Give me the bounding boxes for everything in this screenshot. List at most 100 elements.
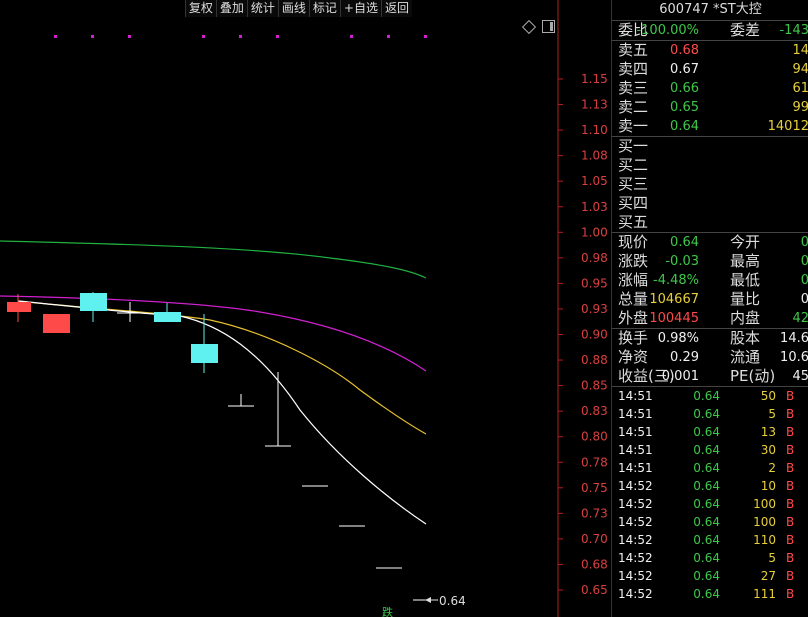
- toolbar-statistics[interactable]: 统计: [246, 0, 278, 17]
- bid-row[interactable]: 买五: [612, 213, 808, 232]
- tick-price: 0.64: [693, 515, 720, 529]
- tick-time: 14:51: [618, 389, 653, 403]
- y-tick-label: 0.93: [581, 302, 608, 316]
- tick-direction: B: [786, 461, 795, 475]
- wei-bi-value: -100.00%: [636, 23, 699, 38]
- quote-label: 外盘: [618, 309, 649, 327]
- last-price-marker: 0.64: [425, 594, 466, 608]
- y-tick-label: 1.15: [581, 72, 608, 86]
- quote-row: 涨幅 -4.48% 最低 0: [612, 271, 808, 290]
- quote-value: -0.03: [665, 254, 699, 269]
- ask-price: 0.67: [670, 62, 699, 77]
- tick-price: 0.64: [693, 425, 720, 439]
- toolbar-back[interactable]: 返回: [380, 0, 412, 17]
- bid-row[interactable]: 买一: [612, 137, 808, 156]
- tick-time: 14:52: [618, 533, 653, 547]
- candle-7: [228, 394, 254, 407]
- tick-time: 14:52: [618, 569, 653, 583]
- wei-cha-label: 委差: [730, 21, 761, 39]
- tick-time: 14:52: [618, 497, 653, 511]
- toolbar-restore-rights[interactable]: 复权: [184, 0, 216, 17]
- tick-volume: 30: [760, 443, 776, 457]
- window-toggle-icon[interactable]: [542, 20, 555, 33]
- tick-price: 0.64: [693, 551, 720, 565]
- kline-svg[interactable]: 0.64 跌 1.15 1.13 1.10 1.08 1.05 1.03 1.00 0.98 0…: [0, 0, 610, 617]
- stats-block: 换手 0.98% 股本 14.6 净资 0.29 流通 10.6 收益(三) 0…: [612, 329, 808, 387]
- candle-1: [7, 294, 31, 322]
- diamond-icon[interactable]: [521, 19, 537, 35]
- tick-time: 14:52: [618, 587, 653, 601]
- tick-direction: B: [786, 497, 795, 511]
- event-markers: [54, 35, 427, 38]
- tick-direction: B: [786, 389, 795, 403]
- y-tick-label: 0.73: [581, 506, 608, 520]
- tick-price: 0.64: [693, 407, 720, 421]
- stats-label: 换手: [618, 329, 649, 347]
- ask-row[interactable]: 卖四 0.67 94: [612, 60, 808, 79]
- ma-line-white: [17, 300, 427, 525]
- quote-value: 0: [800, 235, 808, 250]
- y-tick-label: 0.70: [581, 532, 608, 546]
- kline-chart[interactable]: 0.64 跌 1.15 1.13 1.10 1.08 1.05 1.03 1.00 0.98 0…: [0, 0, 610, 617]
- bid-row[interactable]: 买三: [612, 175, 808, 194]
- tick-price: 0.64: [693, 479, 720, 493]
- tick-price: 0.64: [693, 569, 720, 583]
- quote-label: 最低: [730, 271, 761, 289]
- ma-line-green: [0, 240, 427, 279]
- stats-value: 0.98%: [657, 331, 699, 346]
- toolbar-draw-lines[interactable]: 画线: [277, 0, 309, 17]
- tick-time: 14:52: [618, 515, 653, 529]
- chart-mini-icons: [521, 19, 555, 35]
- toolbar-add-watchlist[interactable]: +自选: [339, 0, 381, 17]
- bid-row[interactable]: 买二: [612, 156, 808, 175]
- tick-price: 0.64: [693, 443, 720, 457]
- bid-row[interactable]: 买四: [612, 194, 808, 213]
- candle-2: [43, 314, 70, 333]
- ask-volume: 94: [792, 62, 808, 77]
- quote-value: -4.48%: [653, 273, 699, 288]
- tick-direction: B: [786, 407, 795, 421]
- quote-value: 0: [800, 292, 808, 307]
- tick-volume: 10: [760, 479, 776, 493]
- y-tick-label: 0.88: [581, 353, 608, 367]
- quote-label: 今开: [730, 233, 761, 251]
- quote-value: 0: [800, 273, 808, 288]
- ask-row[interactable]: 卖三 0.66 61: [612, 79, 808, 98]
- tick-direction: B: [786, 479, 795, 493]
- bid-label: 买二: [618, 156, 649, 174]
- quote-label: 量比: [730, 290, 761, 308]
- toolbar-overlay[interactable]: 叠加: [215, 0, 247, 17]
- tick-price: 0.64: [693, 497, 720, 511]
- tick-volume: 100: [753, 497, 776, 511]
- quote-row: 现价 0.64 今开 0: [612, 233, 808, 252]
- candle-3: [80, 292, 107, 322]
- quote-block: 现价 0.64 今开 0 涨跌 -0.03 最高 0 涨幅 -4.48% 最低 …: [612, 233, 808, 329]
- ask-row[interactable]: 卖二 0.65 99: [612, 98, 808, 117]
- toolbar-mark[interactable]: 标记: [308, 0, 340, 17]
- stats-label: 流通: [730, 348, 761, 366]
- y-tick-label: 1.03: [581, 200, 608, 214]
- tick-row: 14:52 0.64 110 B: [612, 531, 808, 549]
- ask-label: 卖一: [618, 117, 649, 135]
- tick-volume: 110: [753, 533, 776, 547]
- ask-label: 卖五: [618, 41, 649, 59]
- candle-5: [154, 303, 181, 322]
- tick-price: 0.64: [693, 389, 720, 403]
- candle-8: [265, 372, 291, 447]
- ask-price: 0.68: [670, 43, 699, 58]
- stats-value: 0.001: [661, 369, 699, 384]
- quote-value: 42: [792, 311, 808, 326]
- candle-6: [191, 314, 218, 373]
- tick-time: 14:51: [618, 461, 653, 475]
- stock-title: 600747 *ST大控: [612, 0, 808, 21]
- ask-volume: 99: [792, 100, 808, 115]
- y-tick-label: 0.90: [581, 328, 608, 342]
- quote-label: 涨跌: [618, 252, 649, 270]
- ask-row[interactable]: 卖五 0.68 14: [612, 41, 808, 60]
- ask-row[interactable]: 卖一 0.64 14012: [612, 117, 808, 136]
- ask-label: 卖三: [618, 79, 649, 97]
- stats-value: 45: [792, 369, 808, 384]
- quote-label: 现价: [618, 233, 649, 251]
- tick-list[interactable]: 14:51 0.64 50 B 14:51 0.64 5 B 14:51 0.64 13 B 14…: [612, 387, 808, 603]
- quote-value: 100445: [649, 311, 699, 326]
